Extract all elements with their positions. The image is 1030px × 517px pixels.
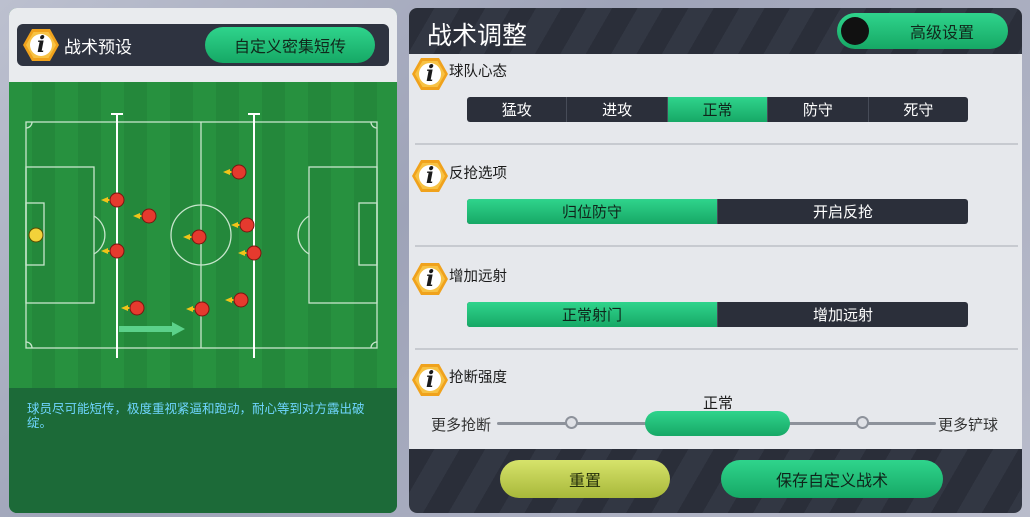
mentality-option[interactable]: 防守: [768, 97, 869, 122]
long-shots-option[interactable]: 增加远射: [718, 302, 968, 327]
divider: [415, 348, 1018, 350]
advanced-settings-label: 高级设置: [909, 23, 974, 42]
toggle-knob[interactable]: [841, 17, 869, 45]
player-marker[interactable]: [246, 245, 262, 261]
goalkeeper-marker: [28, 227, 44, 243]
slider-step[interactable]: [565, 416, 578, 429]
tackle-intensity-slider-thumb[interactable]: [645, 411, 790, 436]
player-marker[interactable]: [239, 217, 255, 233]
mentality-option[interactable]: 猛攻: [467, 97, 568, 122]
section-title-counter-press: 反抢选项: [449, 166, 507, 182]
action-footer: 重置 保存自定义战术: [409, 449, 1022, 513]
info-icon[interactable]: i: [412, 160, 448, 192]
preset-header-bar: i 战术预设 自定义密集短传: [17, 24, 389, 66]
preset-description: 球员尽可能短传，极度重视紧逼和跑动，耐心等到对方露出破绽。: [27, 401, 365, 430]
tactic-preset-panel: i 战术预设 自定义密集短传 球员尽可能短传，极度重视紧逼和跑动，耐心等到对方露…: [9, 8, 397, 513]
preset-title: 战术预设: [64, 38, 132, 58]
counter-press-option-selected[interactable]: 归位防守: [467, 199, 718, 224]
player-marker[interactable]: [191, 229, 207, 245]
section-title-long-shots: 增加远射: [449, 269, 507, 285]
player-marker[interactable]: [129, 300, 145, 316]
mentality-option-selected[interactable]: 正常: [667, 97, 769, 122]
preset-header: i 战术预设 自定义密集短传: [9, 8, 397, 82]
pitch-svg: [9, 82, 397, 388]
player-marker[interactable]: [141, 208, 157, 224]
mentality-option[interactable]: 死守: [869, 97, 968, 122]
save-custom-tactic-button[interactable]: 保存自定义战术: [721, 460, 943, 498]
counter-press-selector: 归位防守 开启反抢: [467, 199, 968, 224]
preset-select-button[interactable]: 自定义密集短传: [205, 27, 375, 63]
adjust-header: 战术调整 高级设置: [409, 8, 1022, 54]
section-title-tackle-intensity: 抢断强度: [449, 370, 507, 386]
tackle-intensity-value: 正常: [702, 394, 733, 412]
divider: [415, 245, 1018, 247]
reset-button[interactable]: 重置: [500, 460, 670, 498]
formation-pitch: [9, 82, 397, 388]
info-icon[interactable]: i: [23, 29, 59, 61]
mentality-option[interactable]: 进攻: [567, 97, 668, 122]
description-area: 球员尽可能短传，极度重视紧逼和跑动，耐心等到对方露出破绽。: [9, 388, 397, 513]
player-marker[interactable]: [109, 192, 125, 208]
player-marker[interactable]: [194, 301, 210, 317]
tactic-adjust-panel: 战术调整 高级设置 i 球队心态 猛攻 进攻 正常 防守 死守 i 反抢选项 归…: [409, 8, 1022, 513]
section-title-mentality: 球队心态: [449, 64, 507, 80]
player-marker[interactable]: [109, 243, 125, 259]
counter-press-option[interactable]: 开启反抢: [718, 199, 968, 224]
long-shots-selector: 正常射门 增加远射: [467, 302, 968, 327]
slider-min-label: 更多抢断: [431, 416, 492, 434]
player-marker[interactable]: [233, 292, 249, 308]
info-icon[interactable]: i: [412, 263, 448, 295]
slider-step[interactable]: [856, 416, 869, 429]
slider-max-label: 更多铲球: [938, 416, 999, 434]
mentality-selector: 猛攻 进攻 正常 防守 死守: [467, 97, 968, 122]
info-icon[interactable]: i: [412, 58, 448, 90]
adjust-title: 战术调整: [427, 21, 528, 50]
info-icon[interactable]: i: [412, 364, 448, 396]
long-shots-option-selected[interactable]: 正常射门: [467, 302, 718, 327]
advanced-settings-toggle[interactable]: 高级设置: [837, 13, 1008, 49]
player-marker[interactable]: [231, 164, 247, 180]
divider: [415, 143, 1018, 145]
